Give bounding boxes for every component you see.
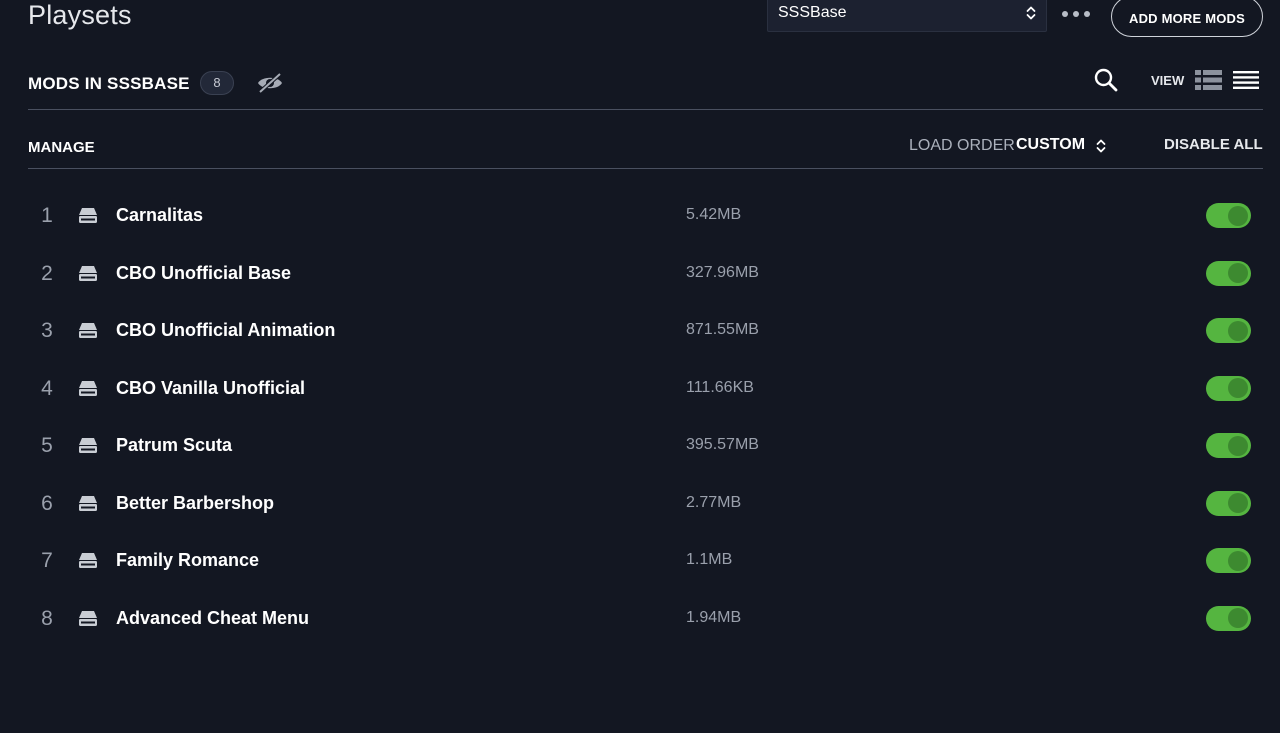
toggle-knob xyxy=(1228,378,1248,398)
mod-list: 1 Carnalitas 5.42MB 2 CBO Unofficial Bas… xyxy=(0,187,1280,647)
load-order-select[interactable]: CUSTOM xyxy=(1016,136,1085,154)
mod-size: 2.77MB xyxy=(686,493,742,511)
mod-size: 5.42MB xyxy=(686,206,742,223)
mod-row[interactable]: 1 Carnalitas 5.42MB xyxy=(0,187,1280,245)
mod-enabled-toggle[interactable] xyxy=(1206,490,1251,516)
mod-row[interactable]: 5 Patrum Scuta 395.57MB xyxy=(0,417,1280,475)
mod-index: 5 xyxy=(41,434,53,457)
mod-size: 111.66KB xyxy=(686,378,754,396)
mod-size: 1.1MB xyxy=(686,551,733,568)
mod-index: 2 xyxy=(41,261,53,285)
disable-all-button[interactable]: DISABLE ALL xyxy=(1164,136,1263,153)
mod-size: 871.55MB xyxy=(686,321,759,338)
drive-icon xyxy=(78,265,98,287)
playset-select-value: SSSBase xyxy=(778,4,847,21)
playsets-page: Playsets SSSBase ADD MORE MODS MODS IN S… xyxy=(0,0,1280,733)
toggle-knob xyxy=(1228,263,1248,283)
drive-icon xyxy=(78,610,98,632)
chevron-up-down-icon[interactable] xyxy=(1096,138,1106,159)
drive-icon xyxy=(78,380,98,402)
mod-row[interactable]: 3 CBO Unofficial Animation 871.55MB xyxy=(0,302,1280,360)
drive-icon xyxy=(78,495,98,517)
mod-index: 7 xyxy=(41,549,53,572)
toggle-knob xyxy=(1228,608,1248,628)
header-divider xyxy=(28,109,1263,110)
toggle-knob xyxy=(1228,320,1248,341)
mod-row[interactable]: 7 Family Romance 1.1MB xyxy=(0,532,1280,590)
search-icon[interactable] xyxy=(1093,67,1119,98)
mod-enabled-toggle[interactable] xyxy=(1206,318,1251,343)
mod-size: 1.94MB xyxy=(686,608,742,626)
mod-enabled-toggle[interactable] xyxy=(1206,375,1251,401)
mod-row[interactable]: 2 CBO Unofficial Base 327.96MB xyxy=(0,245,1280,303)
toggle-knob xyxy=(1228,550,1248,571)
view-label: VIEW xyxy=(1151,73,1185,88)
toggle-knob xyxy=(1228,205,1248,226)
drive-icon xyxy=(78,437,98,459)
drive-icon xyxy=(78,552,98,574)
mod-name: CBO Unofficial Animation xyxy=(116,320,336,340)
eye-slash-icon[interactable] xyxy=(256,72,284,99)
mod-name: CBO Vanilla Unofficial xyxy=(116,377,306,398)
list-compact-icon[interactable] xyxy=(1233,71,1259,94)
mod-enabled-toggle[interactable] xyxy=(1206,548,1251,573)
mod-name: CBO Unofficial Base xyxy=(116,262,292,283)
manage-button[interactable]: MANAGE xyxy=(28,139,95,156)
mods-section-title: MODS IN SSSBASE xyxy=(28,74,190,93)
mod-size: 395.57MB xyxy=(686,436,759,453)
mod-name: Patrum Scuta xyxy=(116,435,233,455)
playset-select[interactable]: SSSBase xyxy=(767,0,1047,32)
add-more-mods-button[interactable]: ADD MORE MODS xyxy=(1111,0,1263,37)
mod-count-badge: 8 xyxy=(200,71,234,95)
mod-row[interactable]: 6 Better Barbershop 2.77MB xyxy=(0,475,1280,533)
mod-size: 327.96MB xyxy=(686,263,759,281)
mod-enabled-toggle[interactable] xyxy=(1206,260,1251,286)
mod-enabled-toggle[interactable] xyxy=(1206,605,1251,631)
mod-row[interactable]: 8 Advanced Cheat Menu 1.94MB xyxy=(0,590,1280,648)
drive-icon xyxy=(78,207,98,229)
mod-enabled-toggle[interactable] xyxy=(1206,203,1251,228)
mod-enabled-toggle[interactable] xyxy=(1206,433,1251,458)
page-title: Playsets xyxy=(28,0,132,30)
mod-index: 1 xyxy=(41,204,53,227)
mod-index: 3 xyxy=(41,319,53,342)
toggle-knob xyxy=(1228,435,1248,456)
load-order-label: LOAD ORDER xyxy=(909,137,1015,154)
more-options-icon[interactable] xyxy=(1060,6,1092,22)
drive-icon xyxy=(78,322,98,344)
mod-index: 6 xyxy=(41,491,53,515)
mod-row[interactable]: 4 CBO Vanilla Unofficial 111.66KB xyxy=(0,360,1280,418)
mod-name: Family Romance xyxy=(116,550,260,570)
list-detail-icon[interactable] xyxy=(1195,70,1222,95)
mod-name: Advanced Cheat Menu xyxy=(116,607,310,628)
toggle-knob xyxy=(1228,493,1248,513)
mod-index: 4 xyxy=(41,376,53,400)
chevron-up-down-icon xyxy=(1026,5,1036,26)
manage-divider xyxy=(28,168,1263,169)
mod-index: 8 xyxy=(41,606,53,630)
mod-name: Better Barbershop xyxy=(116,492,275,513)
mod-name: Carnalitas xyxy=(116,205,204,225)
